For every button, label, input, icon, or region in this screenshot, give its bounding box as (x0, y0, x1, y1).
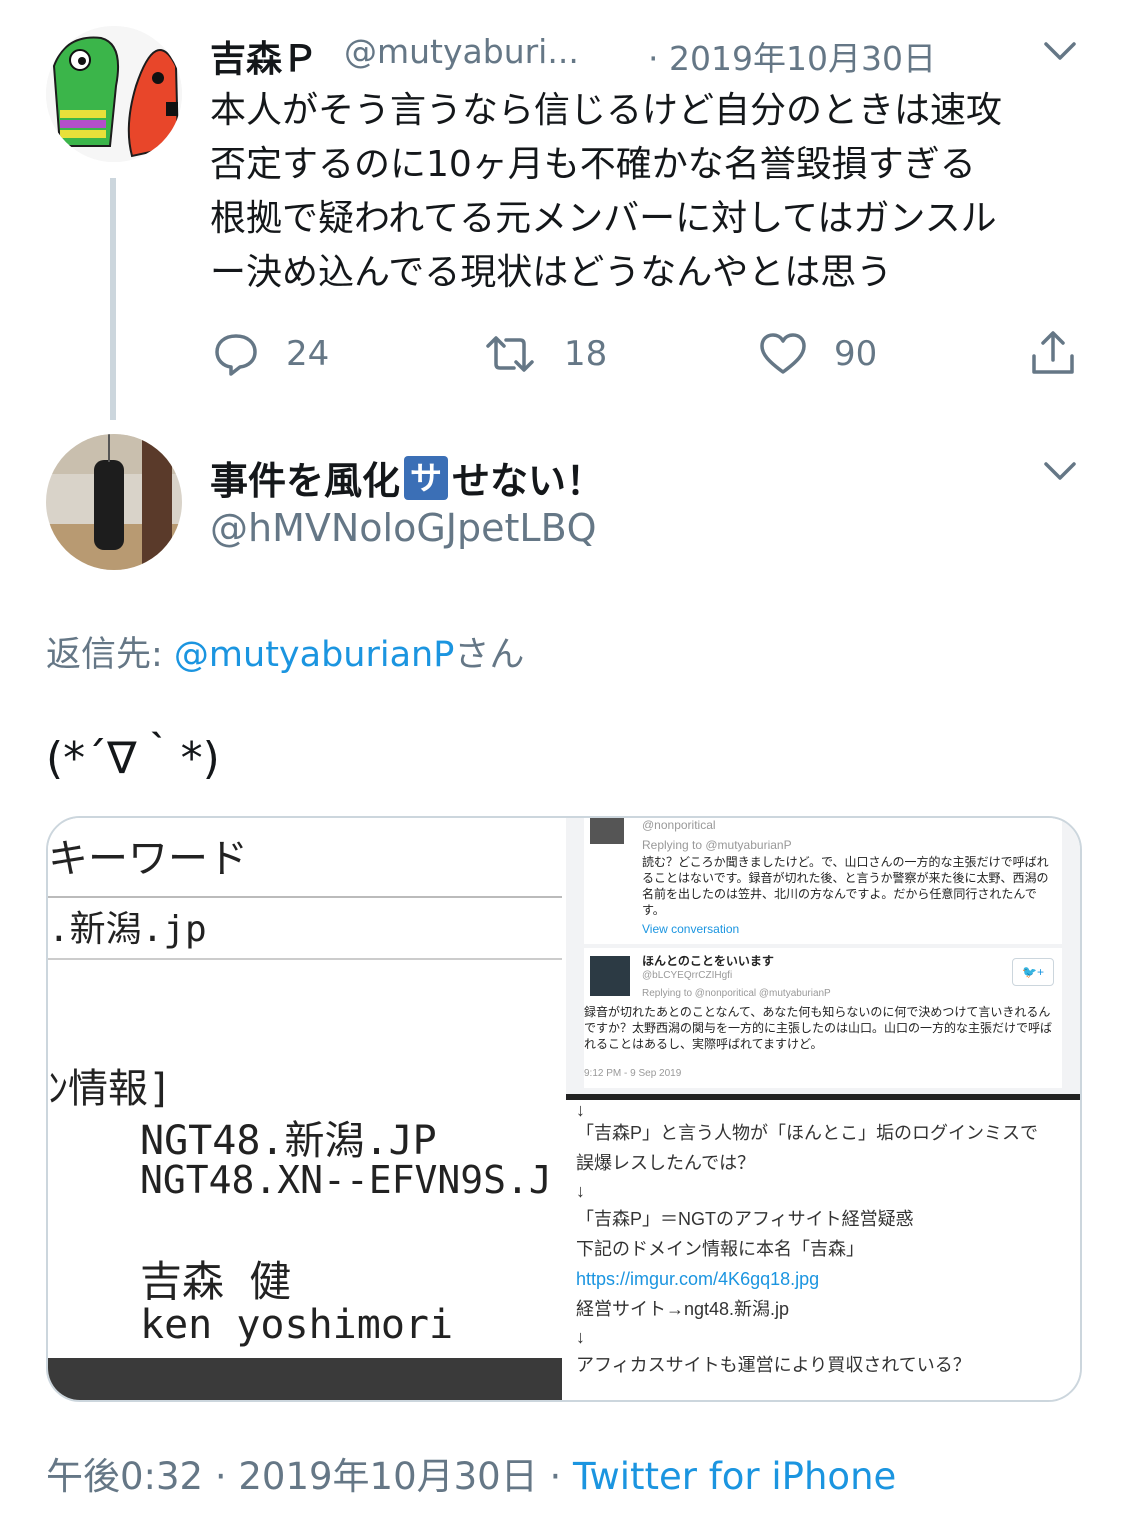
main-handle[interactable]: @hMVNoloGJpetLBQ (210, 506, 597, 550)
scan-registrant-name: 吉森 健 (140, 1257, 292, 1306)
retweet-icon (486, 336, 534, 372)
embedded-avatar (590, 956, 630, 996)
embedded-text: 読む？どころか聞きましたけど。で、山口さんの一方的な主張だけで呼ばれることはない… (642, 855, 1049, 917)
embedded-replying: Replying to @nonporitical @mutyaburianP (642, 988, 831, 999)
scan-keyword-label: キーワード (48, 836, 248, 882)
scan-registrant-romaji: ken yoshimori (140, 1302, 454, 1348)
media-attachment[interactable]: キーワード .新潟.jp ﾝ情報] NGT48.新潟.JP NGT48.XN--… (46, 816, 1082, 1402)
scan-rule (48, 958, 562, 960)
note-line: ↓ (576, 1327, 585, 1347)
parent-chevron-down-icon[interactable] (1040, 36, 1080, 68)
reply-to-user-link[interactable]: @mutyaburianP (174, 635, 454, 675)
retweet-count: 18 (564, 334, 608, 374)
embedded-handle: @bLCYEQrrCZIHgfi (642, 970, 733, 981)
parent-text-line: 本人がそう言うなら信じるけど自分のときは速攻 (210, 90, 1003, 131)
embedded-follow-icon: 🐦+ (1012, 958, 1054, 986)
note-line: アフィカスサイトも運営により買収されている？ (576, 1355, 971, 1375)
media-image-bottom-right[interactable]: ↓ 「吉森P」と言う人物が「ほんとこ」垢のログインミスで 誤爆レスしたんでは？ … (566, 1100, 1080, 1400)
like-action[interactable]: 90 (758, 330, 877, 378)
reply-to-label: 返信先: (46, 635, 174, 675)
embedded-name: ほんとのことをいいます (642, 954, 774, 968)
scan-domain-punycode: NGT48.XN--EFVN9S.J (140, 1158, 552, 1202)
avatar-illustration (46, 26, 182, 162)
like-count: 90 (834, 334, 878, 374)
embedded-time: 9:12 PM - 9 Sep 2019 (584, 1068, 682, 1079)
note-link: https://imgur.com/4K6gq18.jpg (576, 1269, 820, 1289)
display-name-part: 事件を風化 (210, 459, 401, 503)
tweet-source-link[interactable]: Twitter for iPhone (573, 1455, 896, 1498)
parent-tweet-text: 本人がそう言うなら信じるけど自分のときは速攻 否定するのに10ヶ月も不確かな名誉… (210, 84, 1090, 300)
embedded-handle: @nonporitical (642, 818, 716, 832)
parent-display-name[interactable]: 吉森Ｐ (210, 30, 318, 82)
share-icon[interactable] (1028, 328, 1078, 382)
embedded-tweet-card: ほんとのことをいいます @bLCYEQrrCZIHgfi Replying to… (584, 948, 1062, 1088)
parent-text-line: 根拠で疑われてる元メンバーに対してはガンスル (210, 198, 997, 239)
parent-text-line: 否定するのに10ヶ月も不確かな名誉毀損すぎる (210, 144, 976, 185)
like-icon (760, 333, 806, 374)
reply-count: 24 (286, 334, 330, 374)
note-line: ↓ (576, 1100, 585, 1120)
media-image-left[interactable]: キーワード .新潟.jp ﾝ情報] NGT48.新潟.JP NGT48.XN--… (48, 818, 562, 1400)
notes-block: ↓ 「吉森P」と言う人物が「ほんとこ」垢のログインミスで 誤爆レスしたんでは？ … (576, 1100, 1076, 1380)
reply-icon (215, 334, 257, 376)
thread-connector-line (110, 178, 116, 420)
media-image-top-right[interactable]: @nonporitical Replying to @mutyaburianP … (566, 818, 1080, 1100)
embedded-tweet-card: @nonporitical Replying to @mutyaburianP … (584, 818, 1062, 944)
scan-dark-bar (48, 1358, 562, 1400)
embedded-text: 録音が切れたあとのことなんて、あなた何も知らないのに何で決めつけて言いきれるんで… (584, 1005, 1053, 1051)
embedded-view-conversation: View conversation (642, 922, 740, 936)
scan-domain: .新潟.jp (48, 909, 207, 950)
reply-action[interactable]: 24 (212, 330, 329, 378)
parent-avatar[interactable] (46, 26, 182, 162)
retweet-action[interactable]: 18 (482, 330, 607, 378)
main-chevron-down-icon[interactable] (1040, 456, 1080, 488)
note-line: 「吉森P」と言う人物が「ほんとこ」垢のログインミスで (576, 1123, 1039, 1143)
main-tweet-text: (*´∇｀*) (46, 733, 220, 784)
embedded-divider (566, 1094, 1080, 1100)
tweet-meta: 午後0:32 · 2019年10月30日 · Twitter for iPhon… (46, 1446, 896, 1500)
note-line: 誤爆レスしたんでは？ (576, 1153, 756, 1173)
scan-rule (48, 896, 562, 898)
display-name-badge: サ (404, 455, 449, 500)
parent-date[interactable]: · 2019年10月30日 (648, 32, 936, 80)
display-name-part: せない！ (452, 459, 605, 503)
note-line: 下記のドメイン情報に本名「吉森」 (576, 1239, 864, 1259)
avatar-photo (46, 434, 182, 570)
media-gutter (562, 818, 566, 1400)
embedded-replying: Replying to @mutyaburianP (642, 838, 792, 852)
reply-to-line: 返信先: @mutyaburianPさん (46, 626, 524, 677)
reply-to-suffix: さん (454, 635, 525, 675)
note-line: ↓ (576, 1181, 585, 1201)
main-display-name[interactable]: 事件を風化 サ せない！ (210, 450, 604, 505)
tweet-timestamp[interactable]: 午後0:32 · 2019年10月30日 · (46, 1455, 573, 1498)
embedded-avatar (590, 818, 624, 844)
parent-text-line: ー決め込んでる現状はどうなんやとは思う (210, 252, 893, 293)
note-line: 「吉森P」＝NGTのアフィサイト経営疑惑 (576, 1209, 914, 1229)
note-line: 経営サイト→ngt48.新潟.jp (576, 1299, 790, 1319)
parent-handle[interactable]: @mutyaburi... (344, 32, 579, 71)
scan-info-label: ﾝ情報] (48, 1066, 173, 1112)
main-avatar[interactable] (46, 434, 182, 570)
